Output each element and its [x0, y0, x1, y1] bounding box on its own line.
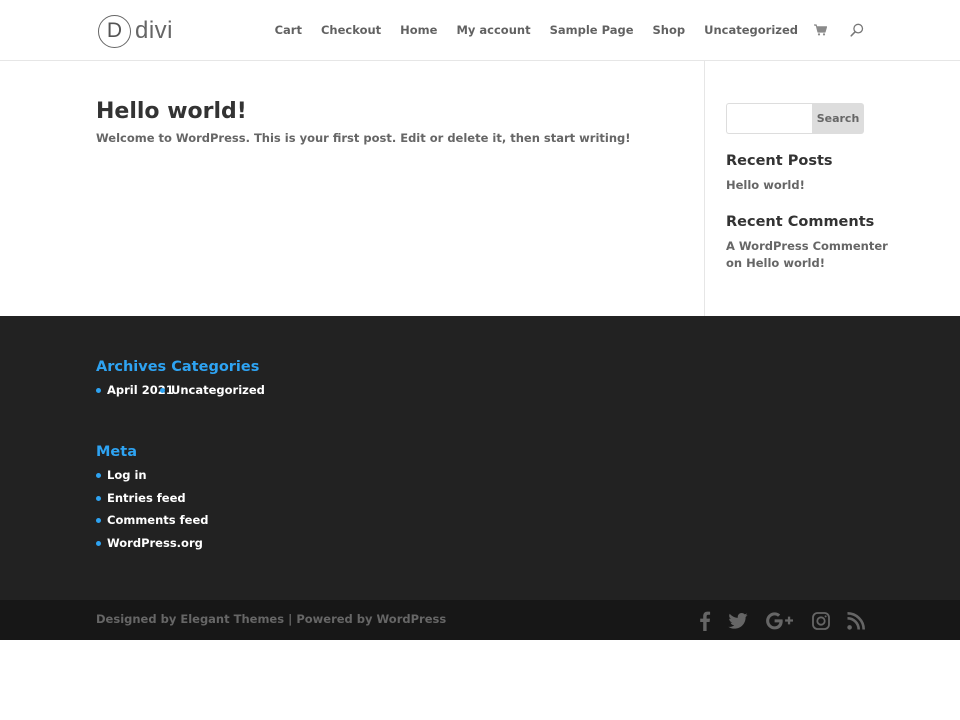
main-content: Hello world! Welcome to WordPress. This … [0, 61, 960, 316]
meta-list-item: Comments feed [96, 513, 208, 527]
recent-comment-author-line: A WordPress Commenter [726, 239, 888, 253]
bullet-icon [96, 495, 101, 501]
rss-icon[interactable] [847, 612, 865, 630]
powered-by-text: Powered by [296, 612, 373, 626]
elegant-themes-link[interactable]: Elegant Themes [180, 612, 284, 626]
nav-link-checkout[interactable]: Checkout [321, 23, 381, 37]
recent-comment-post-line: on Hello world! [726, 256, 825, 270]
nav-link-uncategorized[interactable]: Uncategorized [704, 23, 798, 37]
google-plus-icon[interactable] [765, 611, 795, 631]
recent-post-link[interactable]: Hello world! [726, 178, 805, 192]
search-button[interactable]: Search [812, 103, 864, 134]
comment-on-word: on [726, 256, 743, 270]
comment-author-link[interactable]: A WordPress Commenter [726, 239, 888, 253]
recent-posts-title: Recent Posts [726, 153, 833, 169]
main-header: D divi Cart Checkout Home My account Sam… [0, 0, 960, 61]
search-icon[interactable] [850, 23, 864, 37]
footer-archives-title: Archives [96, 359, 167, 375]
bullet-icon [96, 472, 101, 478]
site-logo[interactable]: D divi [98, 13, 173, 49]
post-excerpt: Welcome to WordPress. This is your first… [96, 131, 631, 145]
footer-meta-title: Meta [96, 444, 137, 460]
sidebar-search-input[interactable] [726, 103, 812, 134]
bullet-icon [160, 387, 165, 393]
footer-categories-title: Categories [171, 359, 260, 375]
logo-mark: D [98, 14, 131, 48]
footer-credits: Designed by Elegant Themes | Powered by … [96, 612, 446, 626]
bullet-icon [96, 387, 101, 393]
recent-comments-title: Recent Comments [726, 214, 875, 230]
category-link-uncategorized[interactable]: Uncategorized [171, 383, 265, 397]
bullet-icon [96, 540, 101, 546]
instagram-icon[interactable] [812, 612, 830, 630]
meta-link-entries-feed[interactable]: Entries feed [107, 491, 186, 505]
logo-text: divi [135, 17, 174, 44]
shopping-cart-icon[interactable] [814, 23, 828, 37]
meta-list-item: Entries feed [96, 491, 186, 505]
nav-link-my-account[interactable]: My account [456, 23, 530, 37]
credits-separator: | [288, 612, 293, 626]
meta-list-item: WordPress.org [96, 536, 203, 550]
facebook-icon[interactable] [699, 611, 711, 631]
post-title[interactable]: Hello world! [96, 99, 247, 124]
meta-link-wordpress-org[interactable]: WordPress.org [107, 536, 203, 550]
bullet-icon [96, 517, 101, 523]
sidebar-divider [704, 61, 705, 316]
comment-post-link[interactable]: Hello world! [746, 256, 825, 270]
footer-bottom-bar: Designed by Elegant Themes | Powered by … [0, 600, 960, 640]
wordpress-link[interactable]: WordPress [377, 612, 447, 626]
top-navigation: Cart Checkout Home My account Sample Pag… [275, 22, 864, 38]
designed-by-text: Designed by [96, 612, 177, 626]
social-icons [699, 610, 865, 632]
footer-widgets: Archives Categories April 2021 Uncategor… [0, 316, 960, 600]
meta-link-log-in[interactable]: Log in [107, 468, 147, 482]
nav-link-shop[interactable]: Shop [653, 23, 686, 37]
nav-link-cart[interactable]: Cart [275, 23, 302, 37]
meta-link-comments-feed[interactable]: Comments feed [107, 513, 208, 527]
nav-link-sample-page[interactable]: Sample Page [550, 23, 634, 37]
meta-list-item: Log in [96, 468, 147, 482]
sidebar-search-form: Search [726, 103, 864, 134]
twitter-icon[interactable] [728, 613, 748, 629]
nav-link-home[interactable]: Home [400, 23, 437, 37]
footer-archives-categories-title: Archives Categories [96, 359, 259, 375]
category-list-item: Uncategorized [160, 383, 265, 397]
